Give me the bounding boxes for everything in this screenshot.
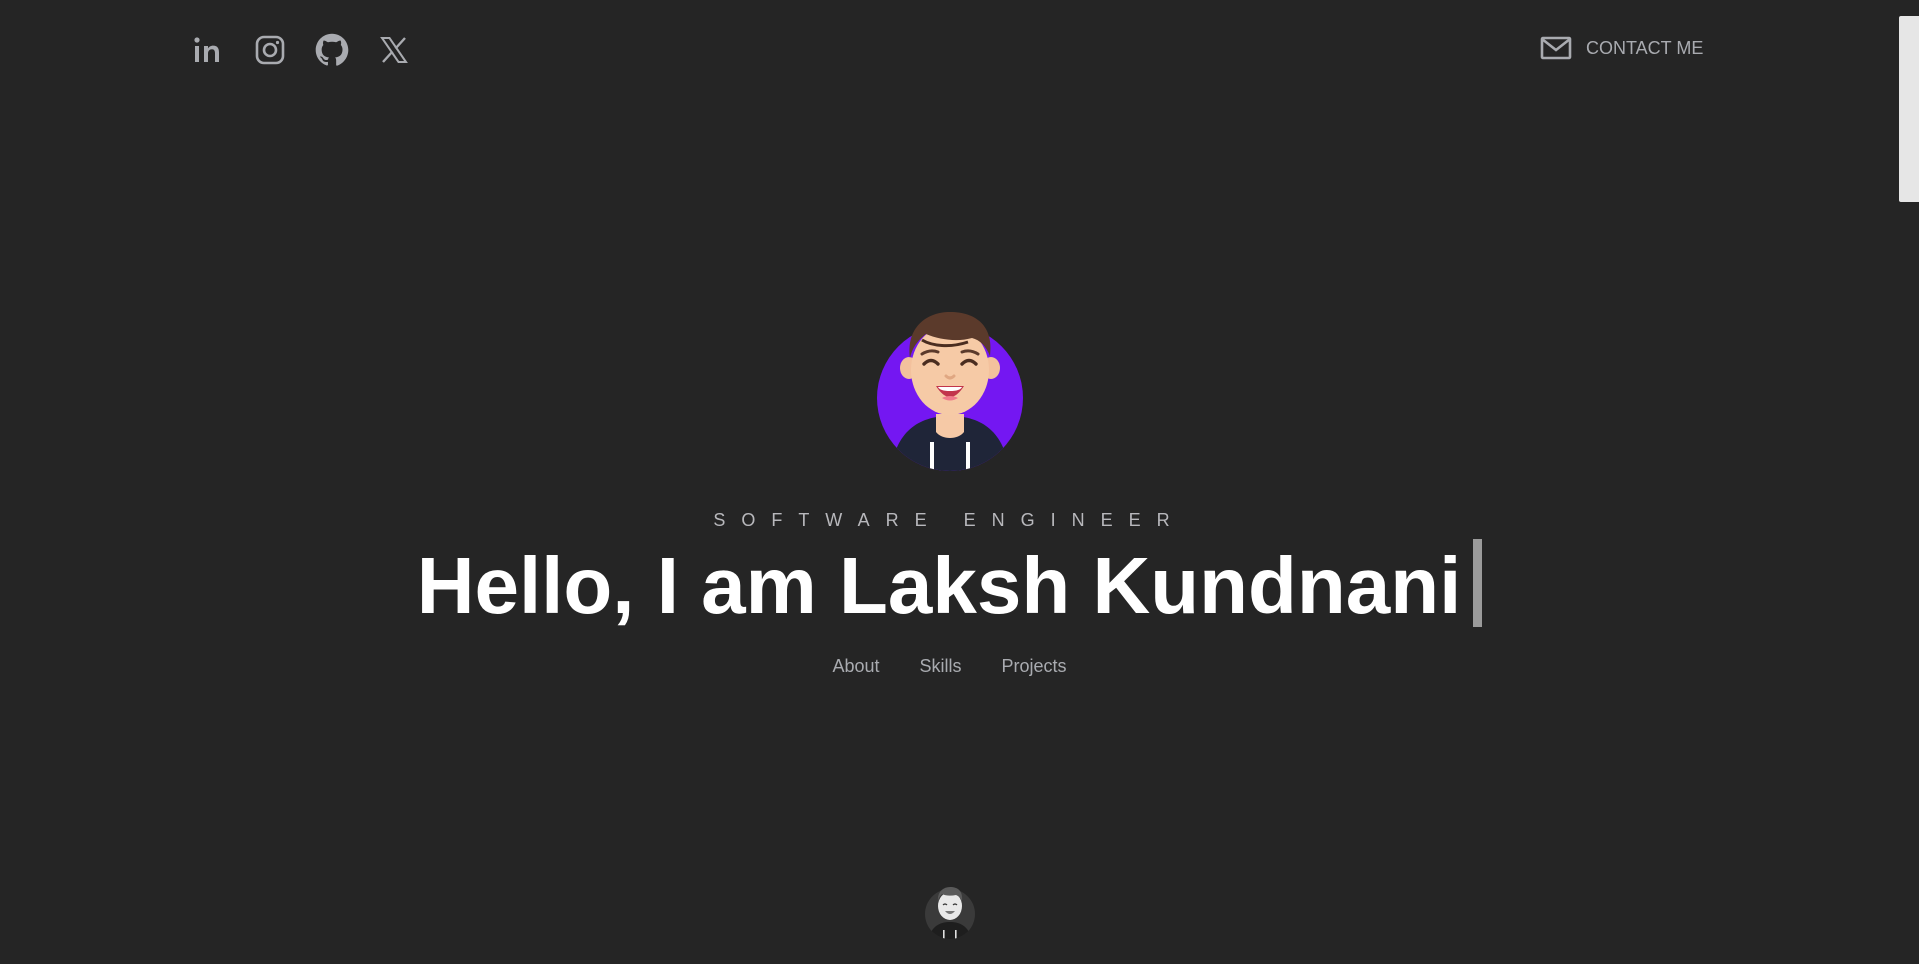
- x-link[interactable]: [376, 30, 412, 70]
- scroll-avatar-icon[interactable]: [924, 884, 976, 940]
- nav-about-link[interactable]: About: [832, 656, 879, 677]
- headline-text: Hello, I am Laksh Kundnani: [416, 541, 1462, 630]
- linkedin-link[interactable]: [190, 30, 226, 70]
- scrollbar-thumb[interactable]: [1899, 16, 1919, 202]
- scrollbar[interactable]: [1899, 0, 1919, 964]
- mail-icon: [1540, 36, 1572, 60]
- github-icon: [315, 33, 349, 66]
- contact-me-button[interactable]: CONTACT ME: [1540, 36, 1703, 60]
- portfolio-page: CONTACT ME SOFTWARE ENGINEER Hello, I am…: [0, 0, 1919, 964]
- contact-me-label: CONTACT ME: [1586, 37, 1704, 58]
- github-link[interactable]: [314, 30, 350, 70]
- nav-skills-link[interactable]: Skills: [920, 656, 962, 677]
- social-links: [190, 30, 438, 70]
- typing-caret: [1473, 539, 1483, 627]
- x-icon: [380, 37, 408, 63]
- role-label: SOFTWARE ENGINEER: [713, 510, 1186, 530]
- hero-headline: Hello, I am Laksh Kundnani: [0, 538, 1899, 634]
- instagram-icon: [255, 35, 285, 65]
- avatar: [877, 312, 1023, 471]
- nav-projects-link[interactable]: Projects: [1002, 656, 1067, 677]
- instagram-link[interactable]: [252, 30, 288, 70]
- linkedin-icon: [194, 37, 219, 62]
- hero-nav: About Skills Projects: [0, 656, 1899, 677]
